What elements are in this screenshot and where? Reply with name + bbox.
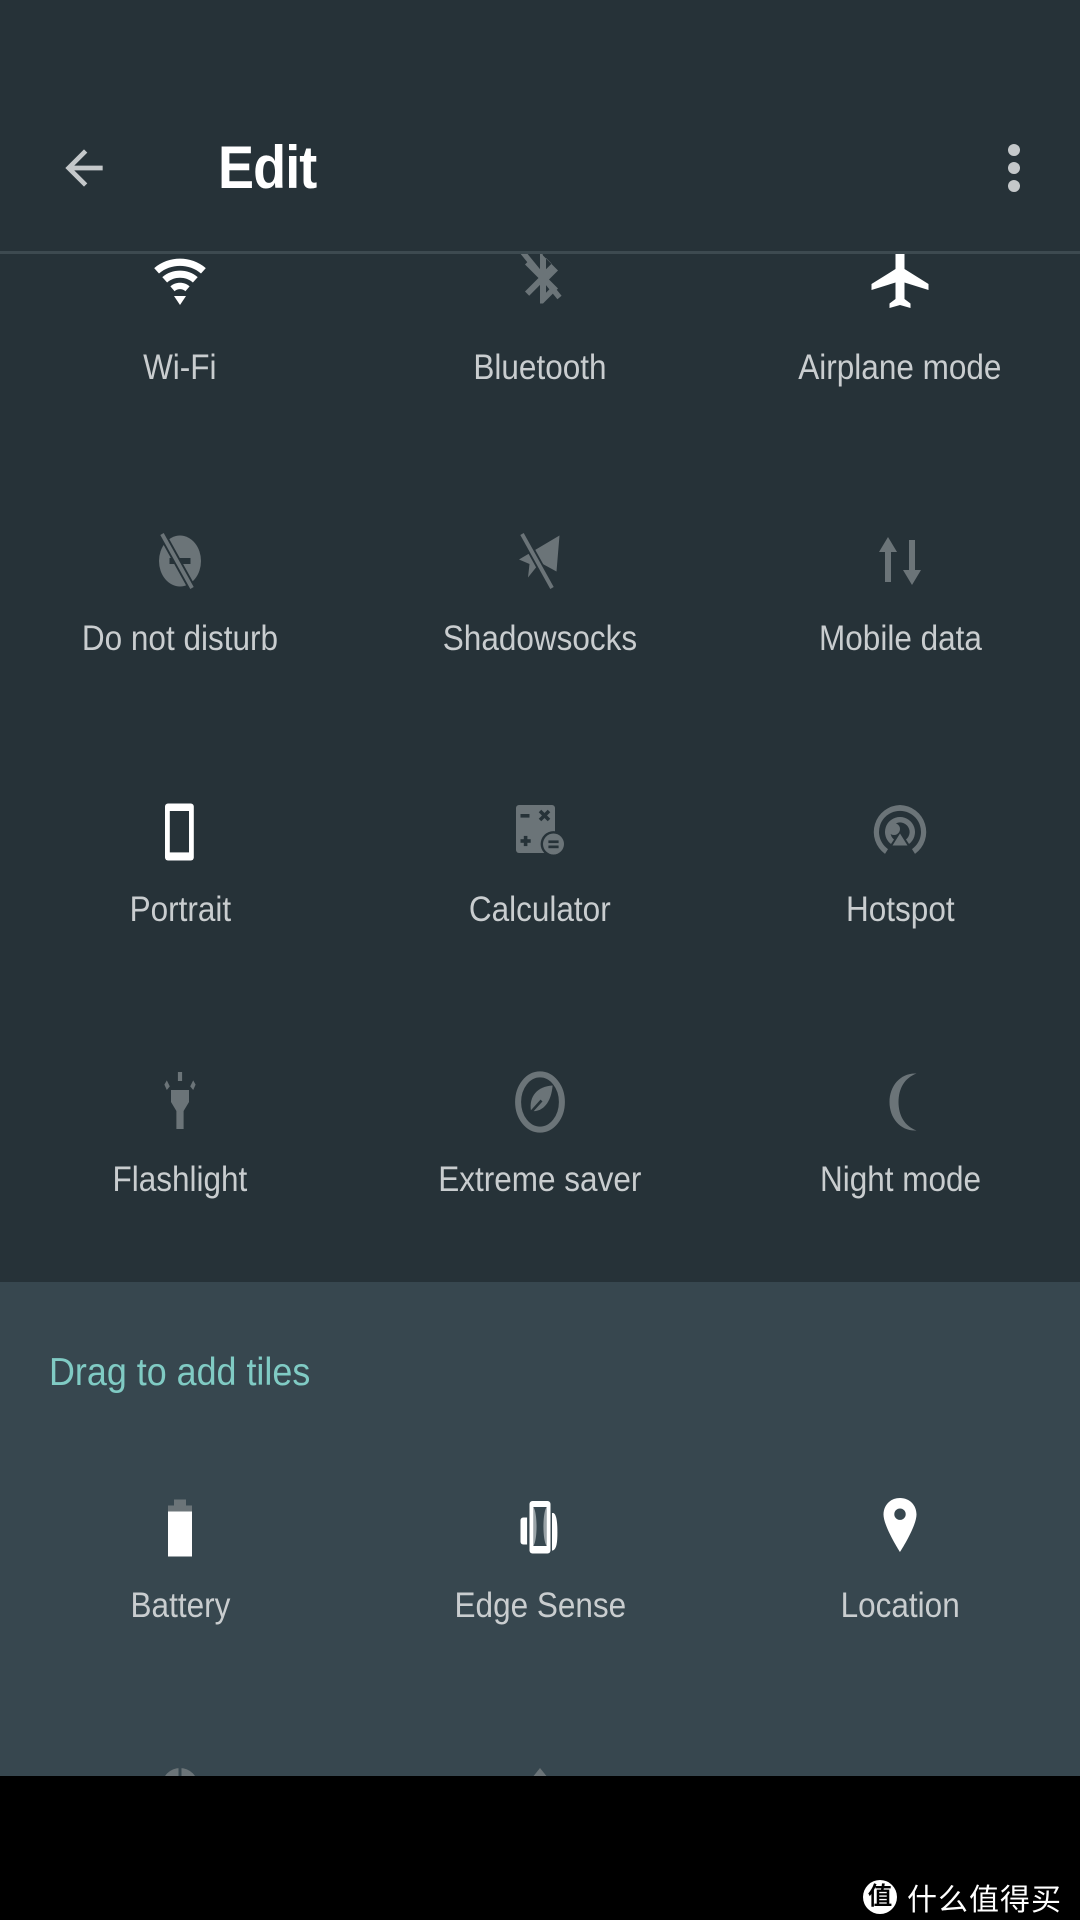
tile-label: Night mode [819,1160,981,1199]
tile-extreme-saver[interactable]: Extreme saver [360,1066,720,1282]
calculator-icon [504,796,576,868]
tile-label: Bluetooth [473,348,607,387]
tile-night-mode[interactable]: Night mode [720,1066,1080,1282]
portrait-phone-icon [144,796,216,868]
watermark: 值 什么值得买 [863,1875,1062,1919]
tile-label: Hotspot [845,890,955,929]
tile-hotspot[interactable]: Hotspot [720,796,1080,1056]
tile-bluetooth[interactable]: Bluetooth [360,254,720,514]
app-bar: Edit [0,0,1080,252]
location-pin-icon [864,1492,936,1564]
page-title: Edit [218,134,317,201]
available-tile-edge-sense[interactable]: Edge Sense [360,1492,720,1752]
tile-mobile-data[interactable]: Mobile data [720,525,1080,785]
tile-label: Edge Sense [454,1586,626,1625]
flashlight-icon [144,1066,216,1138]
tile-label: Airplane mode [798,348,1002,387]
back-button[interactable] [44,128,124,208]
quick-settings-edit-screen: Edit Wi-Fi Bluetooth Airplane mode Do no… [0,0,1080,1776]
partial-tile-icon [530,1768,550,1776]
paper-plane-off-icon [504,525,576,597]
edge-sense-icon [504,1492,576,1564]
tile-wifi[interactable]: Wi-Fi [0,254,360,514]
overflow-menu-button[interactable] [984,128,1044,208]
active-tiles-grid: Wi-Fi Bluetooth Airplane mode Do not dis… [0,254,1080,1282]
bluetooth-disabled-icon [504,254,576,326]
more-vert-icon [1004,138,1024,198]
do-not-disturb-off-icon [144,525,216,597]
tile-label: Shadowsocks [442,619,638,658]
tile-calculator[interactable]: Calculator [360,796,720,1056]
available-tile-location[interactable]: Location [720,1492,1080,1752]
tile-shadowsocks[interactable]: Shadowsocks [360,525,720,785]
tile-portrait[interactable]: Portrait [0,796,360,1056]
tile-label: Location [840,1586,960,1625]
arrow-back-icon [56,140,112,196]
drag-section-title: Drag to add tiles [49,1351,311,1394]
tile-label: Wi-Fi [143,348,217,387]
tile-label: Extreme saver [438,1160,642,1199]
available-tile-battery[interactable]: Battery [0,1492,360,1752]
partial-tile-icon [160,1766,200,1776]
tile-label: Do not disturb [81,619,279,658]
tile-label: Battery [130,1586,230,1625]
watermark-text: 什么值得买 [907,1884,1062,1917]
mobile-data-icon [864,525,936,597]
tile-flashlight[interactable]: Flashlight [0,1066,360,1282]
tile-label: Mobile data [818,619,982,658]
moon-icon [864,1066,936,1138]
hotspot-icon [864,796,936,868]
airplane-icon [864,254,936,326]
battery-icon [144,1492,216,1564]
wifi-icon [144,254,216,326]
tile-label: Flashlight [112,1160,248,1199]
watermark-logo: 值 [863,1880,897,1914]
tile-do-not-disturb[interactable]: Do not disturb [0,525,360,785]
tile-label: Calculator [469,890,611,929]
tile-label: Portrait [129,890,231,929]
leaf-saver-icon [504,1066,576,1138]
tile-airplane-mode[interactable]: Airplane mode [720,254,1080,514]
